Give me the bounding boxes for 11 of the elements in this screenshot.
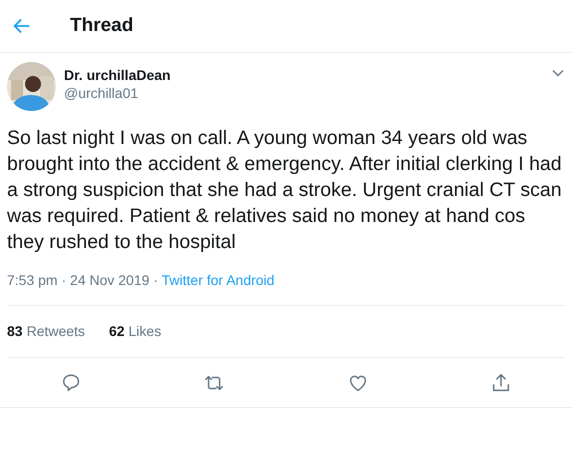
user-handle[interactable]: @urchilla01 <box>64 84 551 102</box>
page-title: Thread <box>70 14 134 38</box>
stat-label[interactable]: Likes <box>128 321 162 342</box>
source-link[interactable]: Twitter for Android <box>162 272 274 288</box>
stat-label[interactable]: Retweets <box>26 321 85 342</box>
stat-count[interactable]: 83 <box>7 321 23 342</box>
stat-count[interactable]: 62 <box>108 321 125 342</box>
user-name[interactable]: Dr. urchillaDean <box>64 66 551 84</box>
separator-dot: · <box>153 272 158 288</box>
tweet-timestamp[interactable]: 7:53 pm · 24 Nov 2019 <box>7 272 150 288</box>
tweet-text: So last night I was on call. A young woman 34 years old was brought into the accident & emergency. After initial clerking I had a strong suspicion that she had a stroke. Urgent cranial CT scan was required. Patient & relatives said no money at hand cos they rushed to the hospital <box>7 126 563 255</box>
